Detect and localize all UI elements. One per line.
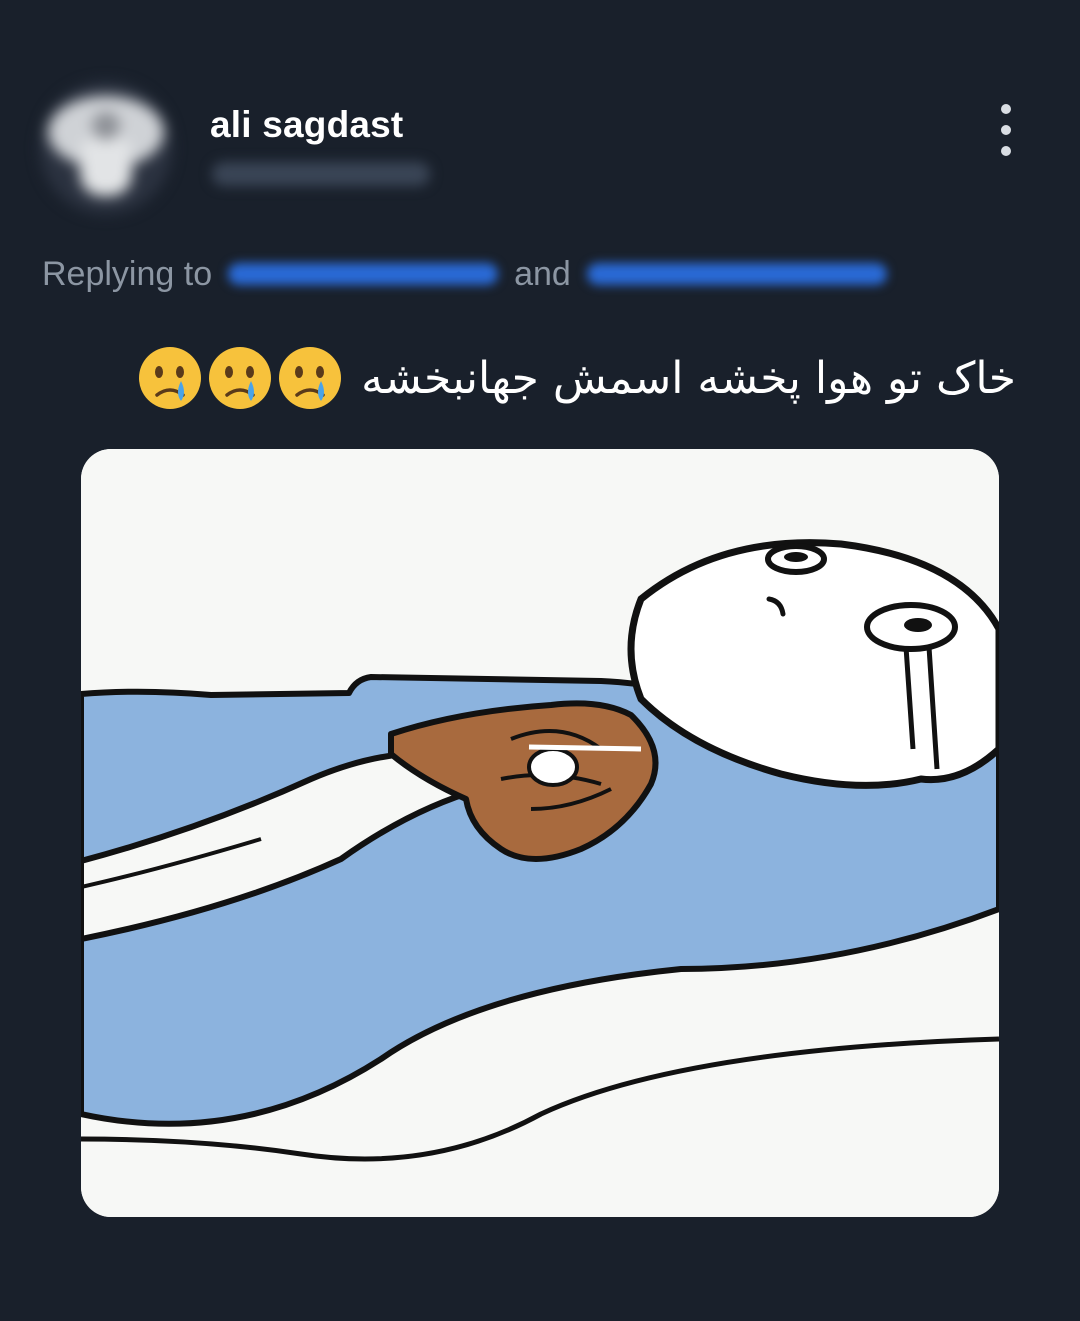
emoji-group xyxy=(137,345,343,411)
tweet-screen: ali sagdast Replying to and خاک تو هوا پ… xyxy=(0,0,1080,1321)
mention-link-redacted[interactable] xyxy=(228,263,499,285)
more-vertical-icon-dot xyxy=(1001,146,1011,156)
crying-face-icon xyxy=(279,347,342,409)
user-display-name[interactable]: ali sagdast xyxy=(210,104,403,146)
crying-face-icon xyxy=(139,347,202,409)
mention-link-redacted[interactable] xyxy=(586,263,887,285)
replying-to-joiner: and xyxy=(514,254,571,293)
replying-to-line: Replying to and xyxy=(42,252,942,296)
tweet-media-image[interactable] xyxy=(81,449,999,1217)
replying-to-label: Replying to xyxy=(42,254,213,293)
avatar-image xyxy=(40,82,172,214)
crying-face-icon xyxy=(209,347,272,409)
tweet-text: خاک تو هوا پخشه اسمش جهانبخشه xyxy=(361,352,1016,404)
more-vertical-icon xyxy=(1001,104,1011,114)
avatar[interactable] xyxy=(40,82,172,214)
more-vertical-icon-dot xyxy=(1001,125,1011,135)
cartoon-crying-in-bed-image xyxy=(81,449,999,1217)
more-options-button[interactable] xyxy=(986,104,1026,156)
tweet-body: خاک تو هوا پخشه اسمش جهانبخشه xyxy=(137,340,1016,416)
user-handle-redacted xyxy=(212,162,430,186)
